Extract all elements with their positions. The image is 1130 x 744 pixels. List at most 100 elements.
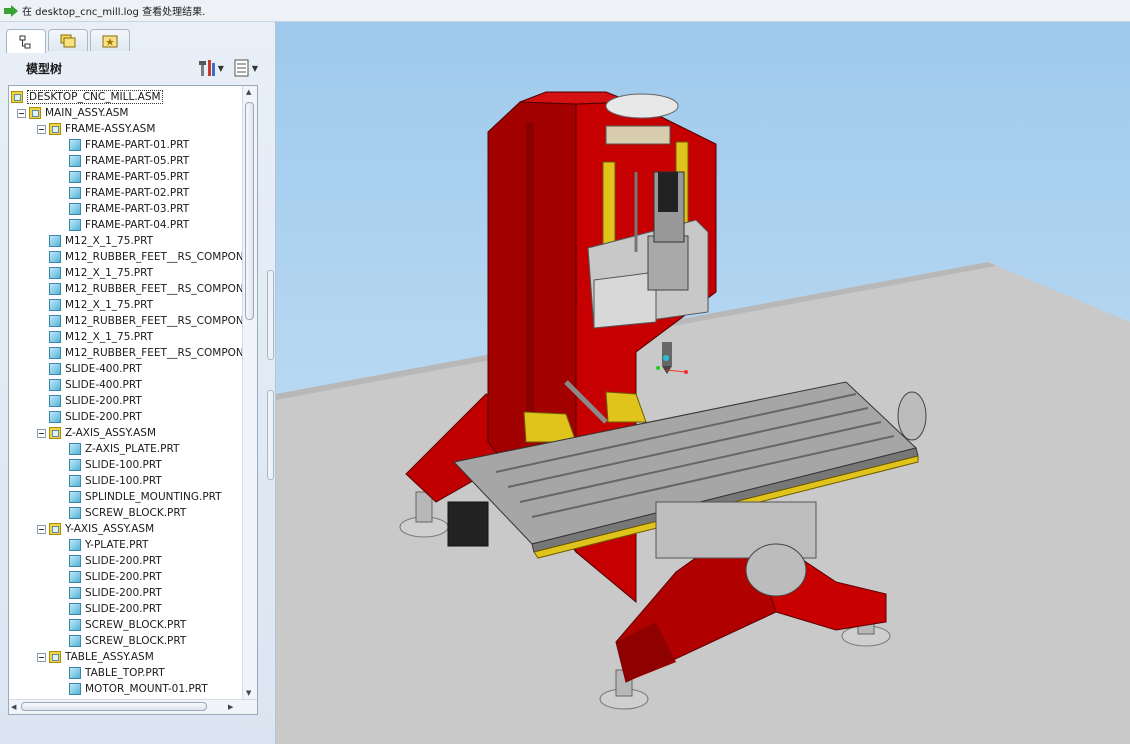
model-tree-title: 模型树 [26,61,63,76]
tree-node-part[interactable]: M12_X_1_75.PRT [37,265,153,281]
part-icon [69,603,81,615]
tree-node-label: FRAME-PART-03.PRT [85,203,190,215]
panel-splitter[interactable] [266,22,276,744]
part-icon [69,555,81,567]
tree-node-label: SLIDE-400.PRT [65,379,142,391]
status-bar: 在 desktop_cnc_mill.log 查看处理结果. [0,0,1130,22]
tree-node-part[interactable]: SLIDE-200.PRT [57,601,162,617]
tree-settings-icon [198,60,215,76]
tree-node-part[interactable]: M12_RUBBER_FEET__RS_COMPON [37,249,244,265]
scroll-down-icon[interactable]: ▼ [246,689,251,697]
part-icon [69,219,81,231]
collapse-toggle-icon[interactable] [37,428,46,438]
part-icon [69,571,81,583]
part-icon [49,347,61,359]
tree-node-part[interactable]: FRAME-PART-05.PRT [57,169,189,185]
tree-node-part[interactable]: SLIDE-400.PRT [37,361,142,377]
part-icon [49,315,61,327]
favorites-tab[interactable] [90,29,130,51]
assembly-icon [49,123,61,135]
tree-node-label: M12_X_1_75.PRT [65,331,154,343]
tree-node-part[interactable]: TABLE_TOP.PRT [57,665,165,681]
tree-node-label: Y-PLATE.PRT [85,539,149,551]
model-tree-tab[interactable] [6,29,46,53]
collapse-toggle-icon[interactable] [37,652,46,662]
tree-node-label: FRAME-PART-04.PRT [85,219,190,231]
part-icon [69,491,81,503]
tree-node-part[interactable]: FRAME-PART-04.PRT [57,217,189,233]
tree-node-assembly[interactable]: TABLE_ASSY.ASM [37,649,154,665]
part-icon [69,443,81,455]
vertical-scrollbar[interactable]: ▲ ▼ [242,86,257,699]
tree-node-label: Z-AXIS_PLATE.PRT [85,443,180,455]
vertical-scroll-thumb[interactable] [245,102,254,320]
tree-node-part[interactable]: M12_RUBBER_FEET__RS_COMPON [37,281,244,297]
part-icon [49,235,61,247]
collapse-toggle-icon[interactable] [37,524,46,534]
tree-columns-icon [234,59,249,77]
assembly-icon [49,427,61,439]
model-tree-header: 模型树 ▼ ▼ [6,53,266,83]
tree-node-part[interactable]: SCREW_BLOCK.PRT [57,617,186,633]
folder-icon [60,34,76,47]
tree-node-part[interactable]: FRAME-PART-02.PRT [57,185,189,201]
tree-node-part[interactable]: SLIDE-200.PRT [37,409,142,425]
graphics-viewport[interactable] [276,22,1130,744]
tree-node-part[interactable]: SLIDE-200.PRT [37,393,142,409]
tree-node-label: MOTOR_MOUNT-01.PRT [85,683,208,695]
tree-node-part[interactable]: FRAME-PART-05.PRT [57,153,189,169]
tree-node-label: SPLINDLE_MOUNTING.PRT [85,491,222,503]
tree-node-assembly[interactable]: MAIN_ASSY.ASM [17,105,129,121]
tree-node-part[interactable]: SLIDE-100.PRT [57,473,162,489]
scroll-right-icon[interactable]: ▶ [228,703,233,711]
tree-node-assembly[interactable]: DESKTOP_CNC_MILL.ASM [11,89,163,105]
navigator-panel: 模型树 ▼ ▼ DESKTOP_CNC_MILL.ASM MAIN_ASSY.A… [0,22,276,744]
part-icon [69,139,81,151]
tree-settings-button[interactable]: ▼ [198,59,224,77]
part-icon [69,187,81,199]
tree-node-part[interactable]: M12_X_1_75.PRT [37,233,153,249]
tree-node-assembly[interactable]: Z-AXIS_ASSY.ASM [37,425,156,441]
horizontal-scroll-thumb[interactable] [21,702,207,711]
part-icon [49,283,61,295]
tree-node-part[interactable]: SCREW_BLOCK.PRT [57,633,186,649]
part-icon [69,155,81,167]
tree-node-part[interactable]: SPLINDLE_MOUNTING.PRT [57,489,222,505]
tree-node-part[interactable]: FRAME-PART-03.PRT [57,201,189,217]
tree-node-part[interactable]: SLIDE-100.PRT [57,457,162,473]
tree-node-part[interactable]: MOTOR_MOUNT-01.PRT [57,681,208,697]
part-icon [69,619,81,631]
tree-node-part[interactable]: SCREW_BLOCK.PRT [57,505,186,521]
tree-node-part[interactable]: Y-PLATE.PRT [57,537,148,553]
tree-columns-button[interactable]: ▼ [234,59,258,77]
tree-node-part[interactable]: SLIDE-200.PRT [57,553,162,569]
tree-node-part[interactable]: Z-AXIS_PLATE.PRT [57,441,179,457]
tree-node-part[interactable]: M12_X_1_75.PRT [37,329,153,345]
horizontal-scrollbar[interactable]: ◀ ▶ [9,699,257,714]
tree-node-part[interactable]: SLIDE-200.PRT [57,569,162,585]
tree-node-part[interactable]: M12_X_1_75.PRT [37,297,153,313]
scroll-up-icon[interactable]: ▲ [246,88,251,96]
chevron-down-icon: ▼ [251,63,258,73]
tree-node-part[interactable]: M12_RUBBER_FEET__RS_COMPON [37,345,244,361]
tree-node-label: SCREW_BLOCK.PRT [85,507,187,519]
tree-node-label: SCREW_BLOCK.PRT [85,619,187,631]
desktop-cnc-mill-3d-model[interactable] [276,22,1130,744]
tree-node-part[interactable]: SLIDE-200.PRT [57,585,162,601]
scroll-left-icon[interactable]: ◀ [11,703,16,711]
tree-node-label: DESKTOP_CNC_MILL.ASM [27,90,163,104]
tree-node-assembly[interactable]: FRAME-ASSY.ASM [37,121,155,137]
status-message: 在 desktop_cnc_mill.log 查看处理结果. [22,7,206,18]
tree-node-label: SLIDE-200.PRT [65,411,142,423]
folder-browser-tab[interactable] [48,29,88,51]
sash-grip[interactable] [267,270,274,360]
tree-node-assembly[interactable]: Y-AXIS_ASSY.ASM [37,521,154,537]
sash-grip[interactable] [267,390,274,480]
collapse-toggle-icon[interactable] [37,124,46,134]
tree-node-part[interactable]: SLIDE-400.PRT [37,377,142,393]
tree-node-part[interactable]: FRAME-PART-01.PRT [57,137,189,153]
part-icon [69,475,81,487]
model-tree-icon [19,35,31,48]
collapse-toggle-icon[interactable] [17,108,26,118]
tree-node-part[interactable]: M12_RUBBER_FEET__RS_COMPON [37,313,244,329]
